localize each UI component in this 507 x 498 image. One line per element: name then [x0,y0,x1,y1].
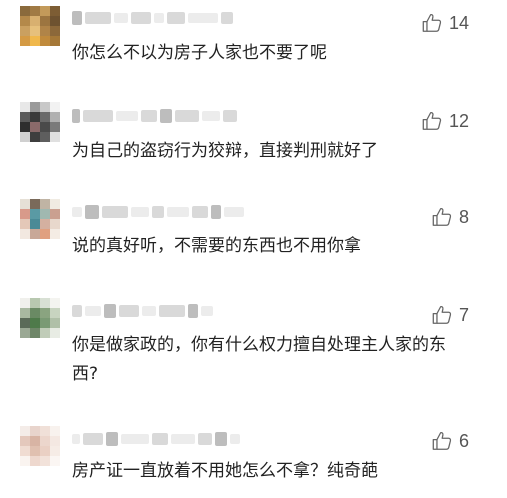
like-count: 14 [448,13,469,33]
thumbs-up-icon [432,208,452,226]
comment-text: 房产证一直放着不用她怎么不拿？纯奇葩 [72,461,378,481]
thumbs-up-icon [432,432,452,450]
like-button[interactable]: 8 [431,206,469,228]
like-count: 12 [448,111,469,131]
avatar[interactable] [20,298,60,338]
like-count: 8 [458,207,469,227]
like-button[interactable]: 7 [431,304,469,326]
thumbs-up-icon [422,14,442,32]
like-button[interactable]: 12 [421,110,469,132]
comment-text: 你怎么不以为房子人家也不要了呢 [72,43,327,63]
username-blurred[interactable] [72,204,244,220]
thumbs-up-icon [432,306,452,324]
comment-text: 说的真好听，不需要的东西也不用你拿 [72,236,361,256]
like-button[interactable]: 6 [431,430,469,452]
avatar[interactable] [20,6,60,46]
username-blurred[interactable] [72,108,237,124]
username-blurred[interactable] [72,431,240,447]
thumbs-up-icon [422,112,442,130]
like-count: 6 [458,431,469,451]
comment-text: 你是做家政的，你有什么权力擅自处理主人家的东西? [72,335,446,384]
like-count: 7 [458,305,469,325]
username-blurred[interactable] [72,303,213,319]
avatar[interactable] [20,426,60,466]
avatar[interactable] [20,199,60,239]
avatar[interactable] [20,102,60,142]
like-button[interactable]: 14 [421,12,469,34]
username-blurred[interactable] [72,10,233,26]
comment-list: 14 你怎么不以为房子人家也不要了呢 12 为自己的盗窃行为狡辩，直接判刑就好了 [0,0,507,498]
comment-text: 为自己的盗窃行为狡辩，直接判刑就好了 [72,141,378,161]
